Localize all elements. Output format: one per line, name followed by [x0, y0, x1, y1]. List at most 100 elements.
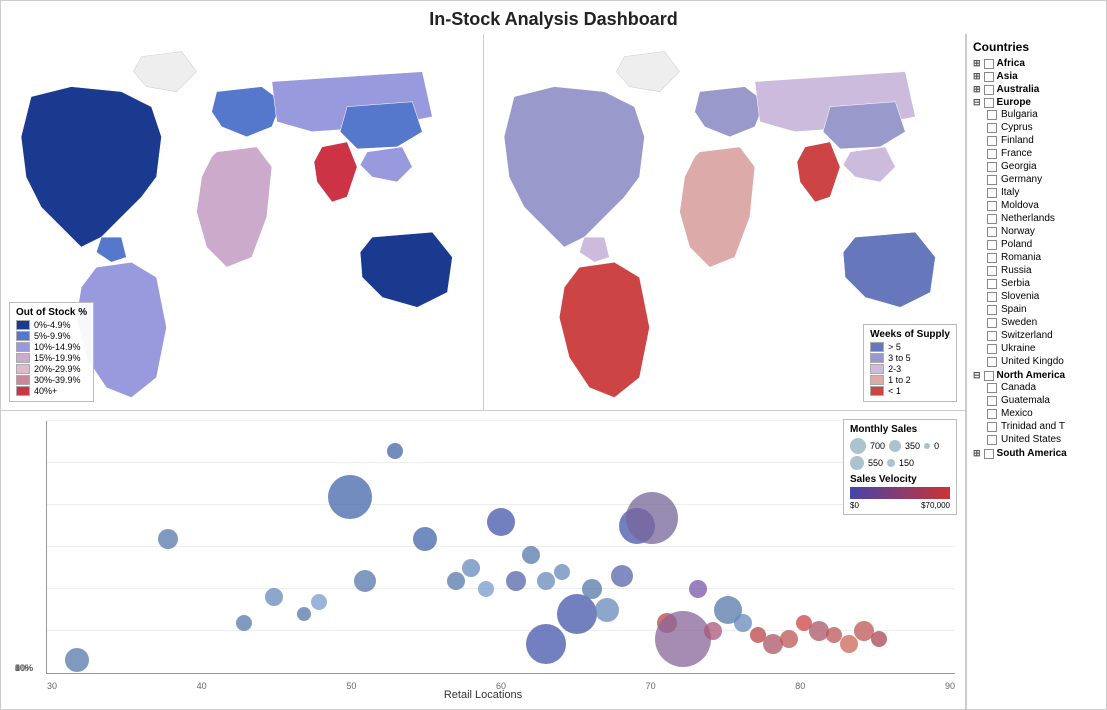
legend-label-1: 5%-9.9%	[34, 331, 71, 341]
sidebar-item-spain[interactable]: Spain	[973, 303, 1100, 316]
legend-label-5: 30%-39.9%	[34, 375, 81, 385]
sidebar-item-sweden[interactable]: Sweden	[973, 316, 1100, 329]
sidebar-item-romania[interactable]: Romania	[973, 251, 1100, 264]
africa-checkbox[interactable]	[984, 59, 994, 69]
europe-checkbox[interactable]	[984, 98, 994, 108]
legend-swatch-6	[16, 386, 30, 396]
legend-item-3: 15%-19.9%	[16, 353, 87, 363]
bubble-21	[595, 598, 619, 622]
weeks-label-3: 1 to 2	[888, 375, 911, 385]
scatter-legend-title: Monthly Sales	[850, 424, 950, 435]
sidebar-item-guatemala[interactable]: Guatemala	[973, 394, 1100, 407]
legend-item-6: 40%+	[16, 386, 87, 396]
sidebar-item-georgia[interactable]: Georgia	[973, 160, 1100, 173]
legend-item-2: 10%-14.9%	[16, 342, 87, 352]
bubble-30	[734, 614, 752, 632]
bubble-12	[478, 581, 494, 597]
asia-label: Asia	[997, 71, 1018, 82]
y-tick-60: 60%	[15, 663, 33, 673]
sidebar-item-serbia[interactable]: Serbia	[973, 277, 1100, 290]
africa-expand-icon: ⊞	[973, 58, 981, 69]
legend-swatch-3	[16, 353, 30, 363]
sidebar-item-bulgaria[interactable]: Bulgaria	[973, 108, 1100, 121]
south-america-checkbox[interactable]	[984, 449, 994, 459]
sidebar-group-south-america-header[interactable]: ⊞ South America	[973, 448, 1100, 459]
sidebar-item-switzerland[interactable]: Switzerland	[973, 329, 1100, 342]
out-of-stock-legend: Out of Stock % 0%-4.9% 5%-9.9% 10%-14.9%	[9, 302, 94, 402]
sidebar-item-poland[interactable]: Poland	[973, 238, 1100, 251]
bubble-11	[462, 559, 480, 577]
south-america-expand-icon: ⊞	[973, 448, 981, 459]
sales-label-150: 150	[899, 458, 914, 468]
weeks-legend-item-4: < 1	[870, 386, 950, 396]
bubble-4	[297, 607, 311, 621]
europe-label: Europe	[997, 97, 1031, 108]
bubble-8	[387, 443, 403, 459]
sales-circle-350	[889, 440, 901, 452]
bubble-1	[158, 529, 178, 549]
sidebar-item-trinidad[interactable]: Trinidad and T	[973, 420, 1100, 433]
sidebar-group-asia-header[interactable]: ⊞ Asia	[973, 71, 1100, 82]
legend-swatch-4	[16, 364, 30, 374]
sidebar-item-cyprus[interactable]: Cyprus	[973, 121, 1100, 134]
sidebar-group-australia-header[interactable]: ⊞ Australia	[973, 84, 1100, 95]
legend-item-5: 30%-39.9%	[16, 375, 87, 385]
weeks-swatch-2	[870, 364, 884, 374]
bubble-9	[413, 527, 437, 551]
sidebar-group-europe: ⊟ Europe Bulgaria Cyprus Finland France …	[973, 97, 1100, 368]
sidebar-item-netherlands[interactable]: Netherlands	[973, 212, 1100, 225]
sales-circle-0	[924, 443, 930, 449]
velocity-max: $70,000	[921, 501, 950, 510]
sales-label-0: 0	[934, 441, 939, 451]
x-tick-80: 80	[795, 681, 805, 691]
sidebar-group-africa-header[interactable]: ⊞ Africa	[973, 58, 1100, 69]
bubble-16	[537, 572, 555, 590]
legend-swatch-5	[16, 375, 30, 385]
sidebar-item-united-states[interactable]: United States	[973, 433, 1100, 446]
map-right: Weeks of Supply > 5 3 to 5 2-3	[484, 34, 966, 410]
sidebar-item-canada[interactable]: Canada	[973, 381, 1100, 394]
sidebar-item-france[interactable]: France	[973, 147, 1100, 160]
bubble-7	[354, 570, 376, 592]
north-america-expand-icon: ⊟	[973, 370, 981, 381]
bubble-22	[611, 565, 633, 587]
sidebar-group-europe-header[interactable]: ⊟ Europe	[973, 97, 1100, 108]
sidebar-group-north-america-header[interactable]: ⊟ North America	[973, 370, 1100, 381]
sales-label-550: 550	[868, 458, 883, 468]
sidebar-item-russia[interactable]: Russia	[973, 264, 1100, 277]
legend-item-4: 20%-29.9%	[16, 364, 87, 374]
sidebar-item-italy[interactable]: Italy	[973, 186, 1100, 199]
x-tick-60: 60	[496, 681, 506, 691]
out-of-stock-legend-title: Out of Stock %	[16, 307, 87, 318]
sidebar-item-mexico[interactable]: Mexico	[973, 407, 1100, 420]
sidebar-item-slovenia[interactable]: Slovenia	[973, 290, 1100, 303]
scatter-legend: Monthly Sales 700 350 0 550 150	[843, 419, 957, 515]
north-america-checkbox[interactable]	[984, 371, 994, 381]
x-tick-50: 50	[346, 681, 356, 691]
sidebar-item-united-kingdom[interactable]: United Kingdo	[973, 355, 1100, 368]
sidebar-item-ukraine[interactable]: Ukraine	[973, 342, 1100, 355]
asia-checkbox[interactable]	[984, 72, 994, 82]
bubble-15	[522, 546, 540, 564]
bubble-27	[689, 580, 707, 598]
sidebar-item-germany[interactable]: Germany	[973, 173, 1100, 186]
africa-label: Africa	[997, 58, 1025, 69]
legend-label-3: 15%-19.9%	[34, 353, 81, 363]
legend-label-6: 40%+	[34, 386, 57, 396]
weeks-legend-item-3: 1 to 2	[870, 375, 950, 385]
sidebar-item-norway[interactable]: Norway	[973, 225, 1100, 238]
velocity-gradient-bar	[850, 487, 950, 499]
scatter-legend-row-0: 700 350 0	[850, 438, 950, 454]
bubble-6	[328, 475, 372, 519]
sidebar-item-moldova[interactable]: Moldova	[973, 199, 1100, 212]
bubble-5	[311, 594, 327, 610]
right-sidebar: Countries ⊞ Africa ⊞ Asia ⊞	[966, 34, 1106, 709]
sidebar-item-finland[interactable]: Finland	[973, 134, 1100, 147]
bubble-24	[626, 492, 678, 544]
bubble-14	[506, 571, 526, 591]
bubble-39	[871, 631, 887, 647]
bubble-18	[554, 564, 570, 580]
legend-label-4: 20%-29.9%	[34, 364, 81, 374]
bubble-17	[526, 624, 566, 664]
australia-checkbox[interactable]	[984, 85, 994, 95]
